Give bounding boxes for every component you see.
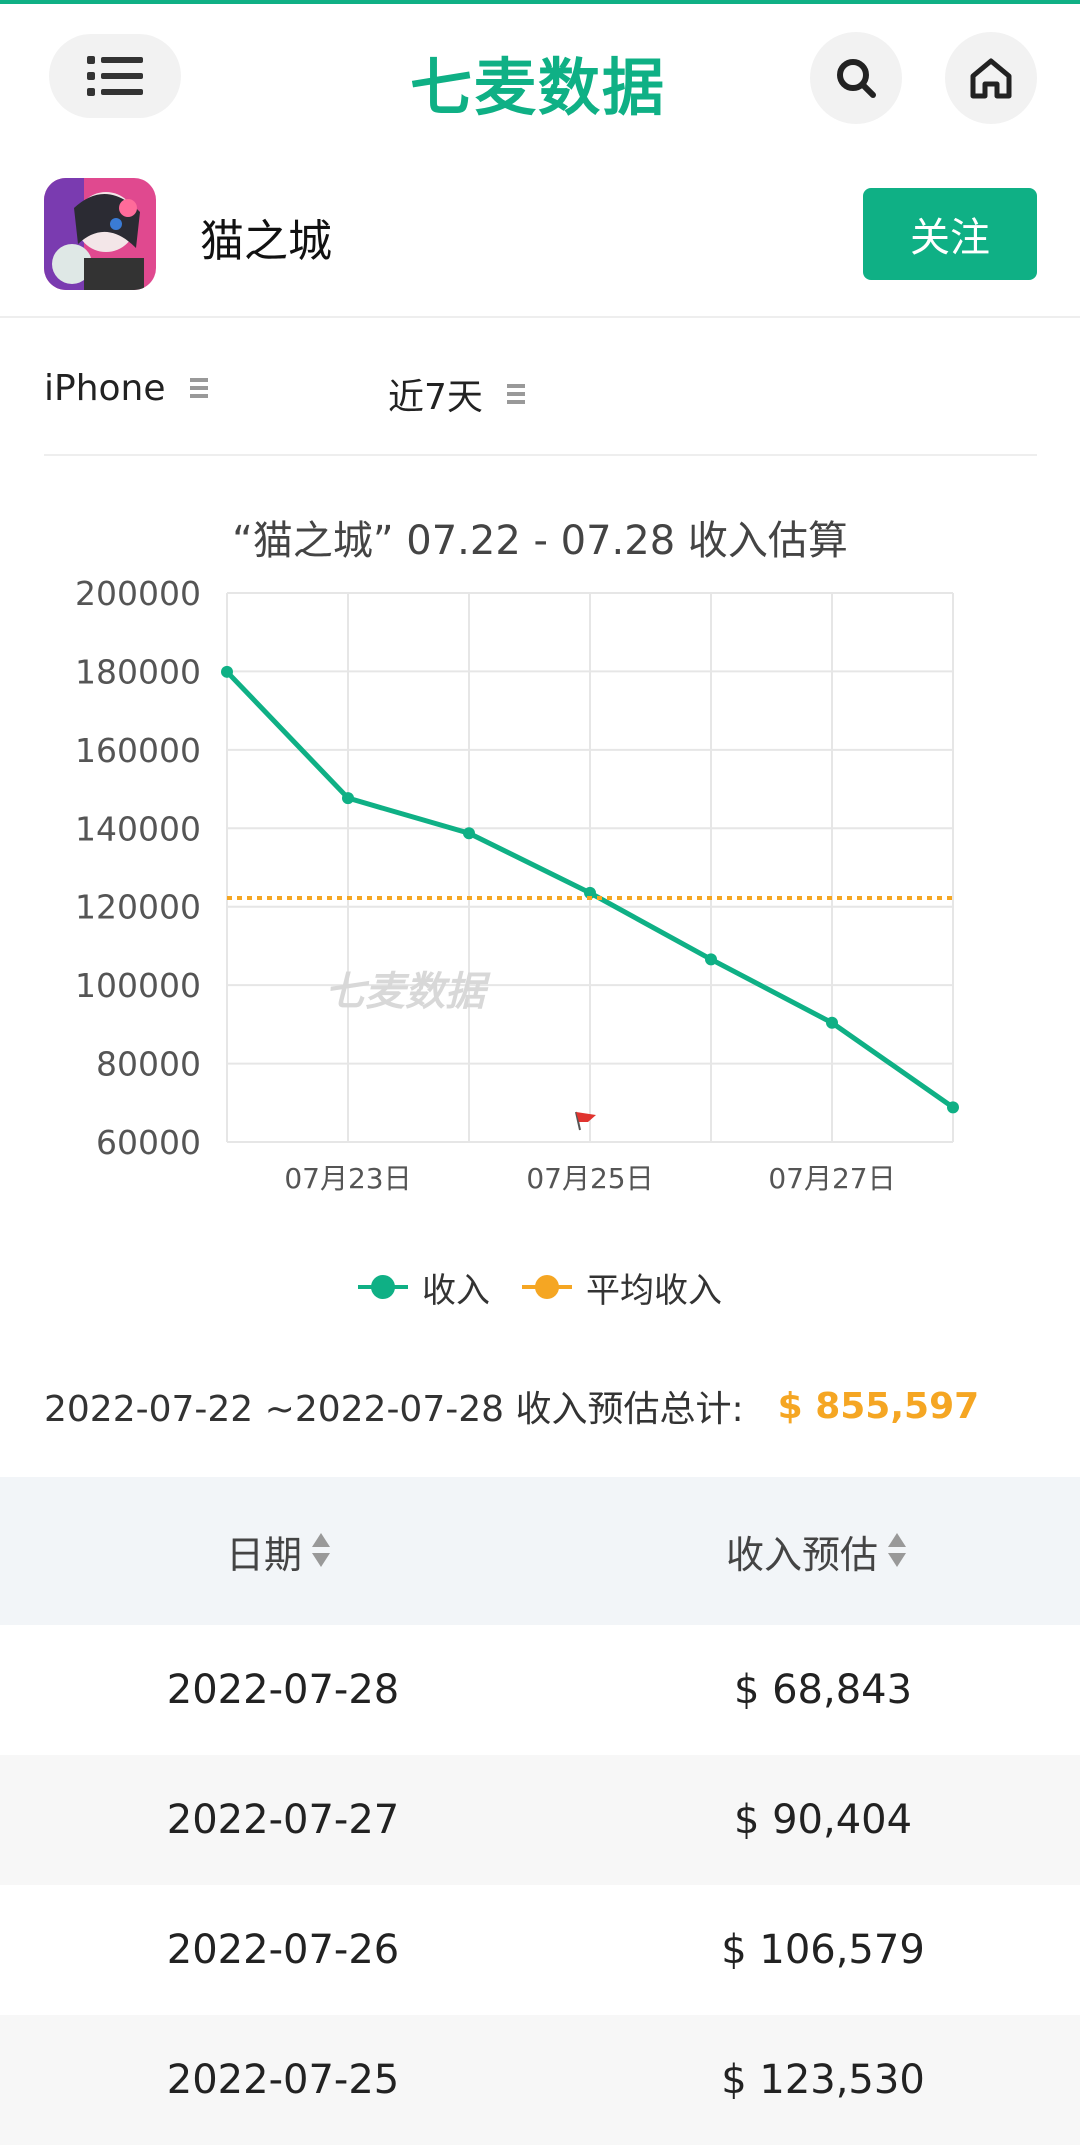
x-tick-label: 07月25日 xyxy=(526,1162,653,1195)
y-tick-label: 100000 xyxy=(75,966,201,1005)
y-tick-label: 200000 xyxy=(75,574,201,613)
revenue-summary: 2022-07-22 ~2022-07-28 收入预估总计: $ 855,597 xyxy=(44,1380,979,1432)
summary-label: 2022-07-22 ~2022-07-28 收入预估总计: xyxy=(44,1389,744,1430)
logo-text: 七麦数据 xyxy=(410,51,667,124)
device-filter[interactable]: iPhone xyxy=(44,368,208,409)
data-point[interactable] xyxy=(947,1101,959,1114)
y-tick-label: 120000 xyxy=(75,888,201,927)
y-tick-label: 80000 xyxy=(96,1045,201,1084)
chart-watermark: 七麦数据 xyxy=(325,969,491,1015)
data-point[interactable] xyxy=(221,665,233,678)
row-date: 2022-07-25 xyxy=(166,2057,400,2103)
legend-marker xyxy=(358,1272,408,1302)
period-filter-label: 近7天 xyxy=(388,377,483,418)
filter-bar: iPhone 近7天 xyxy=(0,360,1080,430)
app-info: 猫之城 关注 xyxy=(0,160,1080,315)
x-tick-label: 07月23日 xyxy=(284,1162,411,1195)
y-tick-label: 60000 xyxy=(96,1123,201,1162)
data-point[interactable] xyxy=(463,827,475,840)
row-date: 2022-07-28 xyxy=(166,1667,400,1713)
device-filter-label: iPhone xyxy=(44,368,166,409)
chart-legend: 收入 平均收入 xyxy=(0,1262,1080,1312)
logo[interactable]: 七麦数据 xyxy=(410,42,666,124)
sort-icon xyxy=(888,1531,907,1571)
flag-icon xyxy=(575,1111,596,1131)
summary-total: $ 855,597 xyxy=(777,1385,980,1427)
search-icon xyxy=(837,59,876,98)
revenue-table: 日期 收入预估 2022-07-28 $ 68,843 2022-07-27 $… xyxy=(0,1477,1080,2145)
table-row: 2022-07-25 $ 123,530 xyxy=(0,2015,1080,2145)
data-point[interactable] xyxy=(705,953,717,966)
dropdown-icon xyxy=(506,374,525,415)
legend-item-revenue[interactable]: 收入 xyxy=(358,1263,490,1312)
app-name: 猫之城 xyxy=(200,216,332,267)
legend-label: 平均收入 xyxy=(586,1270,722,1311)
revenue-chart: 200000 180000 160000 140000 120000 100000 8000… xyxy=(75,574,959,1195)
header: 七麦数据 xyxy=(0,4,1080,149)
home-icon xyxy=(970,58,1012,99)
table-row: 2022-07-28 $ 68,843 xyxy=(0,1625,1080,1755)
x-tick-label: 07月27日 xyxy=(768,1162,895,1195)
table-row: 2022-07-26 $ 106,579 xyxy=(0,1885,1080,2015)
search-button[interactable] xyxy=(810,32,902,124)
list-icon xyxy=(87,56,143,96)
row-revenue: $ 106,579 xyxy=(721,1927,925,1973)
date-header-label: 日期 xyxy=(226,1532,303,1577)
date-column-header[interactable]: 日期 xyxy=(226,1477,331,1625)
data-point[interactable] xyxy=(826,1016,838,1029)
revenue-column-header[interactable]: 收入预估 xyxy=(726,1477,907,1625)
sort-icon xyxy=(312,1531,331,1571)
app-icon[interactable] xyxy=(44,178,156,290)
menu-button[interactable] xyxy=(49,34,181,118)
legend-marker xyxy=(522,1272,572,1302)
divider xyxy=(0,316,1080,318)
y-tick-label: 180000 xyxy=(75,652,201,691)
row-date: 2022-07-27 xyxy=(166,1797,400,1843)
row-revenue: $ 123,530 xyxy=(721,2057,925,2103)
follow-button[interactable]: 关注 xyxy=(863,188,1037,280)
dropdown-icon xyxy=(189,368,208,409)
table-row: 2022-07-27 $ 90,404 xyxy=(0,1755,1080,1885)
legend-label: 收入 xyxy=(422,1270,490,1311)
table-header: 日期 收入预估 xyxy=(0,1477,1080,1625)
y-tick-label: 160000 xyxy=(75,731,201,770)
period-filter[interactable]: 近7天 xyxy=(388,368,525,420)
divider xyxy=(44,454,1037,456)
row-date: 2022-07-26 xyxy=(166,1927,400,1973)
row-revenue: $ 68,843 xyxy=(733,1667,913,1713)
data-point[interactable] xyxy=(342,792,354,805)
chart-title: “猫之城” 07.22 - 07.28 收入估算 xyxy=(232,518,848,564)
legend-item-average[interactable]: 平均收入 xyxy=(522,1263,722,1312)
app-icon-image xyxy=(44,178,156,290)
revenue-header-label: 收入预估 xyxy=(726,1532,879,1577)
row-revenue: $ 90,404 xyxy=(733,1797,913,1843)
y-tick-label: 140000 xyxy=(75,809,201,848)
home-button[interactable] xyxy=(945,32,1037,124)
